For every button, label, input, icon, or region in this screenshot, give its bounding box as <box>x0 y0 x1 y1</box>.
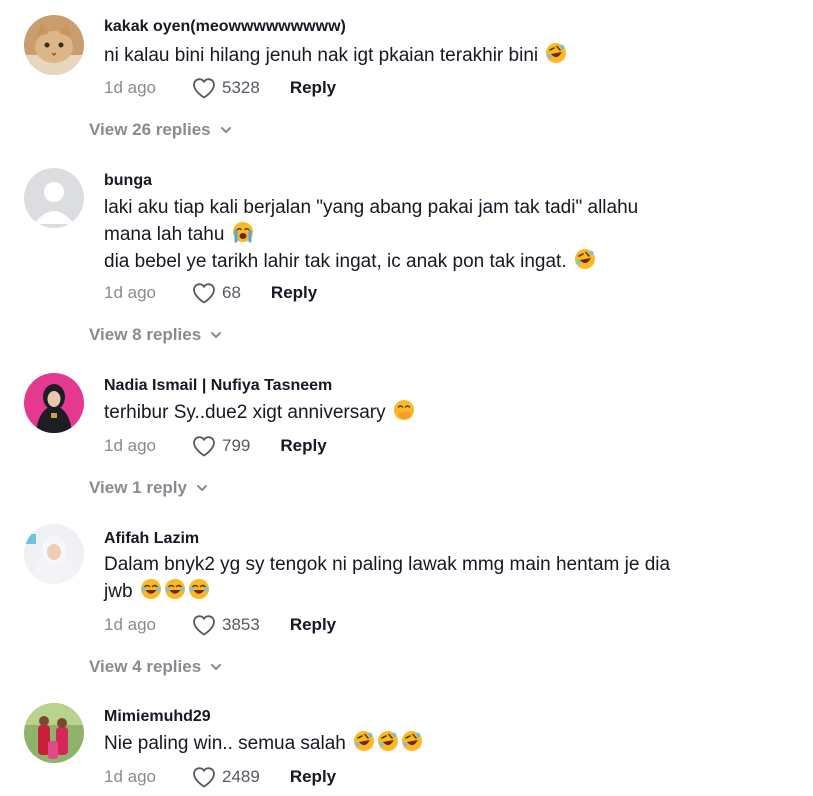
comment-line: laki aku tiap kali berjalan "yang abang … <box>104 197 639 218</box>
comment-age: 1d ago <box>104 767 156 786</box>
reply-button[interactable]: Reply <box>290 767 336 787</box>
comment-username[interactable]: Nadia Ismail | Nufiya Tasneem <box>104 377 332 395</box>
comment-age: 1d ago <box>104 78 156 97</box>
reply-button[interactable]: Reply <box>290 78 336 98</box>
rofl-emoji <box>377 730 399 752</box>
view-replies-button[interactable]: View 1 reply <box>89 478 209 498</box>
heart-outline-icon <box>192 77 216 99</box>
comment-username[interactable]: Afifah Lazim <box>104 530 199 548</box>
view-replies-button[interactable]: View 8 replies <box>89 325 223 345</box>
view-replies-label: View 1 reply <box>89 478 187 497</box>
reply-button[interactable]: Reply <box>290 615 336 635</box>
avatar[interactable] <box>24 168 84 228</box>
rofl-emoji <box>401 730 423 752</box>
like-count: 68 <box>222 283 241 302</box>
comment-meta: 1d ago 68 Reply <box>104 281 317 305</box>
view-replies-label: View 26 replies <box>89 120 211 139</box>
like-count: 799 <box>222 436 251 455</box>
comment-meta: 1d ago 3853 Reply <box>104 613 336 637</box>
comment-text: laki aku tiap kali berjalan "yang abang … <box>104 195 638 275</box>
heart-outline-icon <box>192 614 216 636</box>
comment-username[interactable]: Mimiemuhd29 <box>104 708 211 726</box>
view-replies-label: View 8 replies <box>89 325 202 344</box>
hand-over-mouth-emoji <box>393 399 415 421</box>
like-button[interactable]: 2489 <box>192 766 260 788</box>
comment-meta: 1d ago 2489 Reply <box>104 765 336 789</box>
comment-text: Nie paling win.. semua salah <box>104 730 423 757</box>
like-count: 2489 <box>222 767 260 786</box>
comment-meta: 1d ago 799 Reply <box>104 434 327 458</box>
joy-emoji <box>164 578 186 600</box>
view-replies-button[interactable]: View 26 replies <box>89 120 233 140</box>
rofl-emoji <box>545 42 567 64</box>
chevron-down-icon <box>209 328 223 342</box>
avatar[interactable] <box>24 15 84 75</box>
comment-line: jwb <box>104 578 670 605</box>
like-button[interactable]: 5328 <box>192 77 260 99</box>
reply-button[interactable]: Reply <box>271 283 317 303</box>
comment-username[interactable]: kakak oyen(meowwwwwwwww) <box>104 18 346 36</box>
avatar[interactable] <box>24 703 84 763</box>
heart-outline-icon <box>192 766 216 788</box>
chevron-down-icon <box>195 481 209 495</box>
comment-age: 1d ago <box>104 436 156 455</box>
view-replies-button[interactable]: View 4 replies <box>89 657 223 677</box>
rofl-emoji <box>353 730 375 752</box>
comment-age: 1d ago <box>104 615 156 634</box>
like-button[interactable]: 3853 <box>192 614 260 636</box>
comment-meta: 1d ago 5328 Reply <box>104 76 336 100</box>
comment-text: Dalam bnyk2 yg sy tengok ni paling lawak… <box>104 552 670 605</box>
heart-outline-icon <box>192 435 216 457</box>
reply-button[interactable]: Reply <box>280 436 326 456</box>
avatar[interactable] <box>24 373 84 433</box>
like-count: 5328 <box>222 78 260 97</box>
view-replies-label: View 4 replies <box>89 657 202 676</box>
comment-text: terhibur Sy..due2 xigt anniversary <box>104 399 415 426</box>
like-count: 3853 <box>222 615 260 634</box>
comment-text: ni kalau bini hilang jenuh nak igt pkaia… <box>104 42 567 69</box>
loudly-crying-emoji <box>232 221 254 243</box>
heart-outline-icon <box>192 282 216 304</box>
like-button[interactable]: 68 <box>192 282 241 304</box>
avatar[interactable] <box>24 524 84 584</box>
comment-line: dia bebel ye tarikh lahir tak ingat, ic … <box>104 248 638 275</box>
chevron-down-icon <box>219 123 233 137</box>
joy-emoji <box>140 578 162 600</box>
comment-username[interactable]: bunga <box>104 172 152 190</box>
comment-age: 1d ago <box>104 283 156 302</box>
comment-line: Dalam bnyk2 yg sy tengok ni paling lawak… <box>104 554 671 575</box>
joy-emoji <box>188 578 210 600</box>
rofl-emoji <box>574 248 596 270</box>
like-button[interactable]: 799 <box>192 435 250 457</box>
comment-line: mana lah tahu <box>104 221 638 248</box>
chevron-down-icon <box>209 660 223 674</box>
